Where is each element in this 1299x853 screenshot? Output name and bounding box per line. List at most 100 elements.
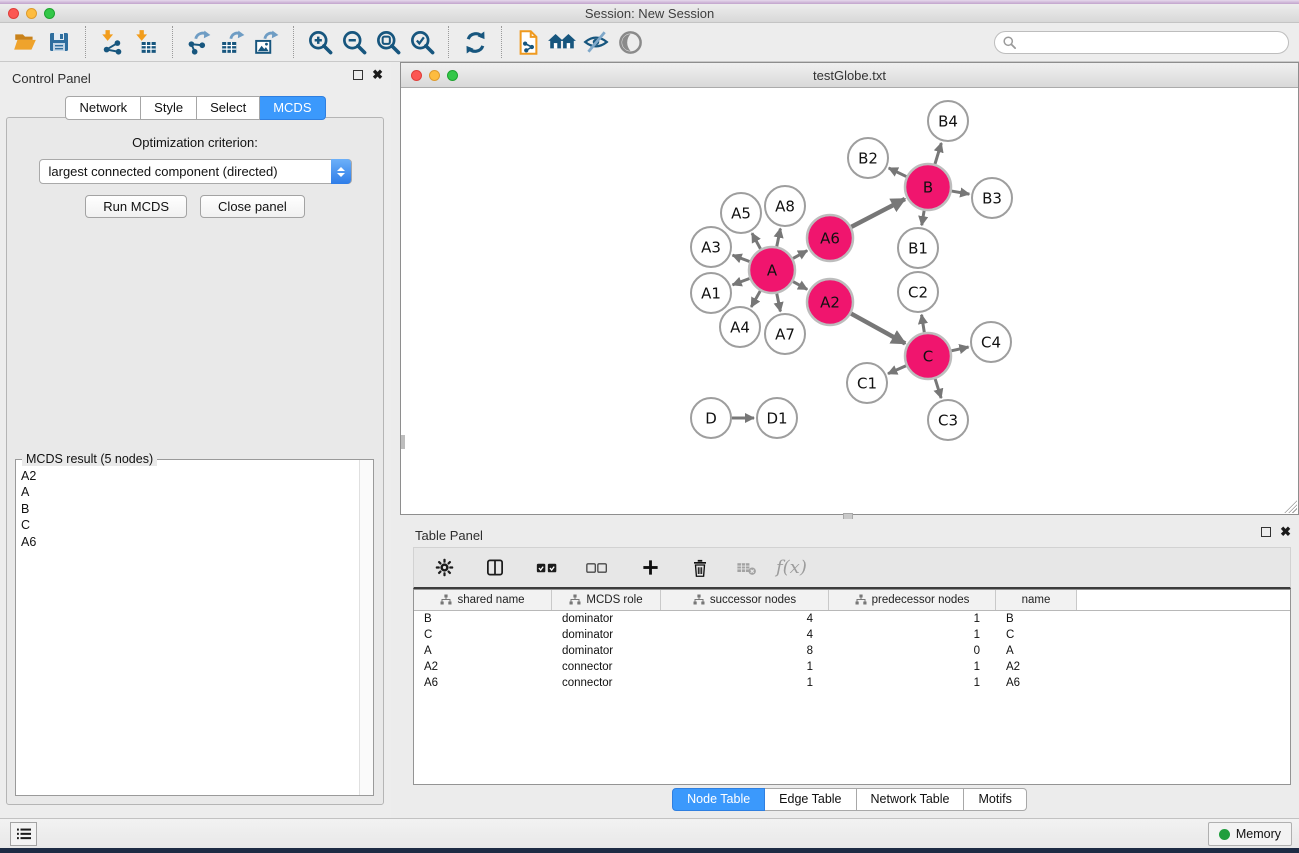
tab-style[interactable]: Style <box>141 96 197 120</box>
cell-name[interactable]: A6 <box>996 677 1077 689</box>
cell-name[interactable]: A2 <box>996 661 1077 673</box>
import-table-button[interactable] <box>129 26 163 58</box>
open-file-button[interactable] <box>8 26 42 58</box>
close-panel-button[interactable]: Close panel <box>200 195 305 218</box>
graph-edge-C-C3[interactable] <box>935 379 941 398</box>
home-layout-button[interactable] <box>545 26 579 58</box>
table-row[interactable]: Bdominator41B <box>414 611 1290 627</box>
mcds-result-list[interactable]: A2ABCA6 <box>16 463 359 795</box>
graph-edge-C-C4[interactable] <box>951 347 968 351</box>
cell-name[interactable]: C <box>996 629 1077 641</box>
tab-network-table[interactable]: Network Table <box>857 788 965 811</box>
graph-edge-B-B3[interactable] <box>952 191 970 194</box>
cell-name[interactable]: A <box>996 645 1077 657</box>
column-header-MCDS-role[interactable]: MCDS role <box>552 590 661 610</box>
column-header-shared-name[interactable]: shared name <box>414 590 552 610</box>
export-network-button[interactable] <box>182 26 216 58</box>
node-table[interactable]: shared nameMCDS rolesuccessor nodesprede… <box>413 589 1291 785</box>
hide-selected-button[interactable] <box>579 26 613 58</box>
search-input[interactable] <box>994 31 1289 54</box>
tab-motifs[interactable]: Motifs <box>964 788 1026 811</box>
graph-edge-A-A1[interactable] <box>733 278 750 284</box>
tab-edge-table[interactable]: Edge Table <box>765 788 856 811</box>
zoom-selected-button[interactable] <box>405 26 439 58</box>
graph-edge-A6-B[interactable] <box>851 199 905 227</box>
table-row[interactable]: A2connector11A2 <box>414 659 1290 675</box>
cell-successor-nodes[interactable]: 8 <box>661 645 829 657</box>
table-settings-button[interactable] <box>428 553 460 583</box>
tab-node-table[interactable]: Node Table <box>672 788 765 811</box>
import-network-button[interactable] <box>95 26 129 58</box>
optimization-dropdown[interactable]: largest connected component (directed) <box>39 159 352 184</box>
cell-predecessor-nodes[interactable]: 1 <box>829 661 996 673</box>
cell-MCDS-role[interactable]: connector <box>552 677 661 689</box>
graph-edge-A-A4[interactable] <box>751 291 760 307</box>
cell-shared-name[interactable]: A2 <box>414 661 552 673</box>
cell-predecessor-nodes[interactable]: 1 <box>829 629 996 641</box>
tab-mcds[interactable]: MCDS <box>260 96 325 120</box>
task-history-button[interactable] <box>10 822 37 846</box>
cell-shared-name[interactable]: B <box>414 613 552 625</box>
graph-edge-A2-C[interactable] <box>851 314 905 344</box>
cell-predecessor-nodes[interactable]: 1 <box>829 613 996 625</box>
float-table-panel-icon[interactable] <box>1261 527 1271 537</box>
network-canvas[interactable]: B4B2BB3A8A5A6A3B1AA1C2A2A4A7C4CC1DD1C3 <box>401 89 1298 514</box>
table-row[interactable]: Cdominator41C <box>414 627 1290 643</box>
graph-edge-A-A2[interactable] <box>793 282 807 290</box>
window-resize-grip[interactable] <box>1283 499 1297 513</box>
cell-shared-name[interactable]: A <box>414 645 552 657</box>
cell-shared-name[interactable]: C <box>414 629 552 641</box>
graph-edge-A-A7[interactable] <box>777 294 781 312</box>
table-row[interactable]: Adominator80A <box>414 643 1290 659</box>
tab-network[interactable]: Network <box>65 96 141 120</box>
new-session-network-button[interactable] <box>511 26 545 58</box>
cell-MCDS-role[interactable]: dominator <box>552 613 661 625</box>
graph-edge-B-B2[interactable] <box>889 168 907 177</box>
cell-successor-nodes[interactable]: 1 <box>661 661 829 673</box>
cell-MCDS-role[interactable]: dominator <box>552 645 661 657</box>
save-session-button[interactable] <box>42 26 76 58</box>
mcds-result-item[interactable]: A6 <box>21 534 359 550</box>
deselect-all-button[interactable] <box>580 553 614 583</box>
cell-predecessor-nodes[interactable]: 1 <box>829 677 996 689</box>
delete-column-button[interactable] <box>684 553 716 583</box>
cell-MCDS-role[interactable]: dominator <box>552 629 661 641</box>
cell-name[interactable]: B <box>996 613 1077 625</box>
cell-successor-nodes[interactable]: 4 <box>661 613 829 625</box>
zoom-in-button[interactable] <box>303 26 337 58</box>
select-all-button[interactable] <box>530 553 564 583</box>
graph-edge-A-A8[interactable] <box>777 229 781 247</box>
network-vertical-scrollbar[interactable] <box>401 435 405 449</box>
refresh-button[interactable] <box>458 26 492 58</box>
mcds-result-item[interactable]: A <box>21 484 359 500</box>
graph-edge-A-A3[interactable] <box>733 255 750 261</box>
graph-edge-B-B4[interactable] <box>935 143 941 164</box>
graph-edge-C-C1[interactable] <box>888 366 906 374</box>
export-image-button[interactable] <box>250 26 284 58</box>
network-graph[interactable]: B4B2BB3A8A5A6A3B1AA1C2A2A4A7C4CC1DD1C3 <box>401 89 1298 514</box>
graph-edge-C-C2[interactable] <box>922 315 925 333</box>
cell-MCDS-role[interactable]: connector <box>552 661 661 673</box>
memory-button[interactable]: Memory <box>1208 822 1292 846</box>
cell-successor-nodes[interactable]: 4 <box>661 629 829 641</box>
graph-edge-A-A5[interactable] <box>752 233 761 249</box>
cell-predecessor-nodes[interactable]: 0 <box>829 645 996 657</box>
float-panel-icon[interactable] <box>353 70 363 80</box>
mcds-result-item[interactable]: B <box>21 501 359 517</box>
column-header-successor-nodes[interactable]: successor nodes <box>661 590 829 610</box>
table-row[interactable]: A6connector11A6 <box>414 675 1290 691</box>
close-panel-icon[interactable]: ✖ <box>372 70 383 80</box>
close-table-panel-icon[interactable]: ✖ <box>1280 527 1291 537</box>
zoom-fit-button[interactable] <box>371 26 405 58</box>
mcds-result-scrollbar[interactable] <box>359 460 373 795</box>
show-column-button[interactable] <box>478 553 512 583</box>
zoom-out-button[interactable] <box>337 26 371 58</box>
column-header-name[interactable]: name <box>996 590 1077 610</box>
column-header-predecessor-nodes[interactable]: predecessor nodes <box>829 590 996 610</box>
graph-edge-A-A6[interactable] <box>793 251 807 259</box>
tab-select[interactable]: Select <box>197 96 260 120</box>
run-mcds-button[interactable]: Run MCDS <box>85 195 187 218</box>
mcds-result-item[interactable]: C <box>21 517 359 533</box>
graph-edge-B-B1[interactable] <box>922 211 924 226</box>
cell-shared-name[interactable]: A6 <box>414 677 552 689</box>
